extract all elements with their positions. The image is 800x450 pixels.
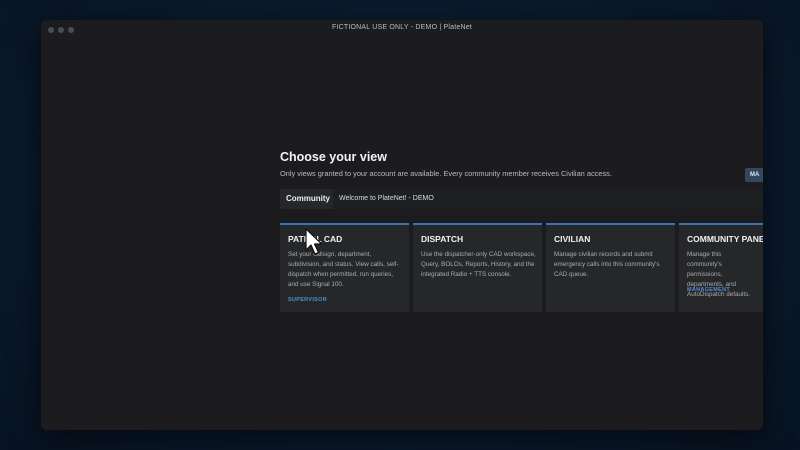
community-selector-bar: Community Welcome to PlateNet! - DEMO <box>280 189 763 209</box>
card-role-tag: MANAGEMENT <box>687 287 731 293</box>
card-dispatch[interactable]: DISPATCH Use the dispatcher-only CAD wor… <box>413 223 542 312</box>
card-civilian[interactable]: CIVILIAN Manage civilian records and sub… <box>546 223 675 312</box>
manage-button[interactable]: MA <box>745 168 763 182</box>
card-community-panel[interactable]: COMMUNITY PANEL Manage this community's … <box>679 223 763 312</box>
page-title: Choose your view <box>280 150 387 164</box>
card-description: Use the dispatcher-only CAD workspace, Q… <box>421 251 536 278</box>
main-content: Choose your view Only views granted to y… <box>41 39 763 430</box>
card-title: CIVILIAN <box>554 234 591 244</box>
community-selected-value: Welcome to PlateNet! - DEMO <box>339 195 434 202</box>
card-title: COMMUNITY PANEL <box>687 234 763 244</box>
page-subtitle: Only views granted to your account are a… <box>280 169 612 178</box>
community-select[interactable]: Welcome to PlateNet! - DEMO <box>333 189 763 209</box>
window-title: FICTIONAL USE ONLY - DEMO | PlateNet <box>332 24 472 31</box>
card-description: Manage civilian records and submit emerg… <box>554 251 660 278</box>
card-title: DISPATCH <box>421 234 464 244</box>
card-description: Set your callsign, department, subdivisi… <box>288 251 399 288</box>
card-role-tag: SUPERVISOR <box>288 297 327 303</box>
mouse-pointer-icon <box>305 228 323 255</box>
community-label: Community <box>286 194 330 203</box>
app-window: FICTIONAL USE ONLY - DEMO | PlateNet Cho… <box>41 20 763 430</box>
window-titlebar: FICTIONAL USE ONLY - DEMO | PlateNet <box>41 20 763 39</box>
card-patrol-cad[interactable]: PATROL CAD Set your callsign, department… <box>280 223 409 312</box>
